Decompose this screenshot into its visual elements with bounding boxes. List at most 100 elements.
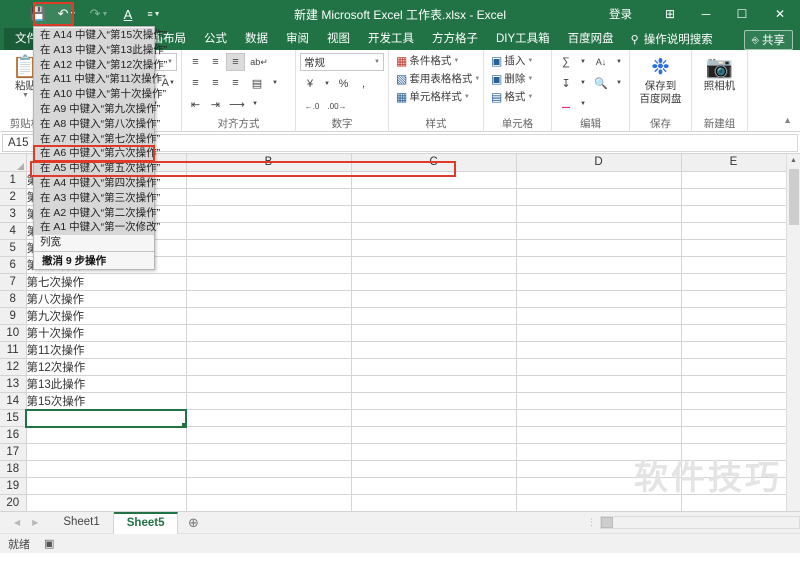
grid-cell[interactable] bbox=[516, 375, 682, 393]
grid-cell[interactable]: 第12次操作 bbox=[26, 358, 187, 376]
increase-indent-button[interactable]: ⇥ bbox=[206, 95, 225, 113]
column-header-d[interactable]: D bbox=[516, 154, 682, 172]
grid-cell[interactable] bbox=[351, 188, 517, 206]
customize-qat-icon[interactable]: ≡ ▼ bbox=[142, 4, 166, 24]
grid-cell[interactable] bbox=[351, 443, 517, 461]
decrease-indent-button[interactable]: ⇤ bbox=[186, 95, 205, 113]
align-middle-button[interactable]: ≡ bbox=[206, 53, 225, 71]
grid-cell[interactable] bbox=[516, 205, 682, 223]
fill-dropdown-icon[interactable]: ▼ bbox=[577, 74, 589, 92]
sheet-tab-sheet5[interactable]: Sheet5 bbox=[113, 511, 179, 534]
grid-cell[interactable] bbox=[186, 460, 352, 478]
accounting-format-button[interactable]: ¥ bbox=[300, 75, 320, 93]
grid-cell[interactable] bbox=[681, 222, 787, 240]
grid-cell[interactable] bbox=[186, 307, 352, 325]
grid-cell[interactable] bbox=[516, 171, 682, 189]
row-header[interactable]: 16 bbox=[0, 426, 27, 444]
grid-cell[interactable] bbox=[351, 205, 517, 223]
grid-cell[interactable] bbox=[681, 460, 787, 478]
grid-cell[interactable] bbox=[516, 341, 682, 359]
undo-menu-item[interactable]: 在 A12 中键入“第12次操作” bbox=[34, 57, 167, 73]
undo-menu-item[interactable]: 在 A11 中键入“第11次操作” bbox=[34, 72, 166, 88]
grid-cell[interactable] bbox=[351, 392, 517, 410]
grid-cell[interactable] bbox=[681, 426, 787, 444]
undo-menu-item[interactable]: 在 A14 中键入“第15次操作” bbox=[34, 28, 167, 43]
orientation-dropdown-icon[interactable]: ▼ bbox=[249, 95, 261, 113]
align-top-button[interactable]: ≡ bbox=[186, 53, 205, 71]
vertical-scrollbar[interactable]: ▲ bbox=[786, 154, 800, 511]
grid-cell-active[interactable] bbox=[25, 408, 187, 428]
row-header[interactable]: 10 bbox=[0, 324, 27, 342]
grid-cell[interactable] bbox=[516, 239, 682, 257]
close-icon[interactable]: ✕ bbox=[760, 0, 800, 28]
save-icon[interactable]: 💾 bbox=[26, 4, 50, 24]
grid-cell[interactable] bbox=[351, 409, 517, 427]
grid-cell[interactable] bbox=[681, 477, 787, 495]
horizontal-scrollbar[interactable] bbox=[600, 516, 800, 529]
grid-cell[interactable] bbox=[516, 460, 682, 478]
format-cells-button[interactable]: ▤ 格式 ▼ bbox=[488, 89, 536, 106]
grid-cell[interactable] bbox=[681, 494, 787, 511]
chevron-down-icon[interactable]: ▼ bbox=[453, 54, 459, 69]
grid-cell[interactable] bbox=[186, 392, 352, 410]
grid-cell[interactable] bbox=[186, 205, 352, 223]
grid-cell[interactable]: 第十次操作 bbox=[26, 324, 187, 342]
undo-menu-item[interactable]: 列宽 bbox=[34, 235, 154, 250]
grid-cell[interactable] bbox=[681, 324, 787, 342]
maximize-icon[interactable]: ☐ bbox=[724, 0, 760, 28]
tab-fangfanggezi[interactable]: 方方格子 bbox=[423, 29, 487, 50]
grid-cell[interactable] bbox=[186, 256, 352, 274]
grid-cell[interactable] bbox=[351, 171, 517, 189]
grid-cell[interactable] bbox=[351, 375, 517, 393]
grid-cell[interactable] bbox=[186, 171, 352, 189]
grid-cell[interactable] bbox=[351, 341, 517, 359]
grid-cell[interactable] bbox=[186, 443, 352, 461]
tell-me-search[interactable]: ⚲ 操作说明搜索 bbox=[623, 28, 721, 50]
save-to-baidu-netdisk-button[interactable]: ❉ 保存到 百度网盘 bbox=[634, 53, 687, 106]
conditional-formatting-button[interactable]: ▦ 条件格式 ▼ bbox=[393, 53, 483, 70]
undo-menu-item[interactable]: 在 A5 中键入“第五次操作” bbox=[34, 161, 160, 176]
grid-cell[interactable] bbox=[351, 494, 517, 511]
collapse-ribbon-icon[interactable]: ▲ bbox=[783, 115, 792, 125]
grid-cell[interactable] bbox=[351, 460, 517, 478]
grid-cell[interactable] bbox=[351, 307, 517, 325]
grid-cell[interactable] bbox=[186, 358, 352, 376]
orientation-button[interactable]: ⟶ bbox=[226, 95, 248, 113]
fill-button[interactable]: ↧ bbox=[556, 74, 576, 92]
undo-menu-item[interactable]: 在 A1 中键入“第一次修改” bbox=[34, 220, 160, 236]
grid-cell[interactable] bbox=[186, 239, 352, 257]
undo-icon[interactable]: ↶ ▼ bbox=[52, 4, 82, 24]
accounting-dropdown-icon[interactable]: ▼ bbox=[321, 75, 333, 93]
number-format-combo[interactable]: 常规 ▼ bbox=[300, 53, 384, 71]
sheet-prev-icon[interactable]: ◀ bbox=[14, 518, 20, 527]
row-header[interactable]: 9 bbox=[0, 307, 27, 325]
grid-cell[interactable] bbox=[186, 409, 352, 427]
grid-cell[interactable] bbox=[186, 188, 352, 206]
grid-cell[interactable] bbox=[186, 341, 352, 359]
grid-cell[interactable] bbox=[351, 222, 517, 240]
grid-cell[interactable] bbox=[186, 375, 352, 393]
grid-cell[interactable] bbox=[681, 443, 787, 461]
column-header-e[interactable]: E bbox=[681, 154, 787, 172]
grid-cell[interactable] bbox=[516, 256, 682, 274]
row-header[interactable]: 8 bbox=[0, 290, 27, 308]
row-header[interactable]: 2 bbox=[0, 188, 27, 206]
sort-filter-dropdown-icon[interactable]: ▼ bbox=[613, 53, 625, 71]
find-select-button[interactable]: 🔍 bbox=[590, 74, 612, 92]
undo-history-dropdown[interactable]: 在 A14 中键入“第15次操作” 在 A13 中键入“第13此操作” 在 A12 … bbox=[30, 26, 456, 270]
grid-cell[interactable] bbox=[516, 273, 682, 291]
clear-button[interactable]: ⚊ bbox=[556, 95, 576, 113]
share-button[interactable]: ⎆ 共享 bbox=[743, 30, 793, 50]
align-center-button[interactable]: ≡ bbox=[206, 74, 225, 92]
clear-dropdown-icon[interactable]: ▼ bbox=[577, 95, 589, 113]
grid-cell[interactable] bbox=[351, 477, 517, 495]
scroll-up-icon[interactable]: ▲ bbox=[787, 154, 800, 168]
align-right-button[interactable]: ≡ bbox=[226, 74, 245, 92]
undo-menu-item[interactable]: 在 A6 中键入“第六次操作” bbox=[30, 145, 456, 178]
row-header[interactable]: 20 bbox=[0, 494, 27, 511]
sign-in-button[interactable]: 登录 bbox=[599, 4, 642, 24]
grid-cell[interactable] bbox=[516, 222, 682, 240]
row-header[interactable]: 3 bbox=[0, 205, 27, 223]
undo-caret-icon[interactable]: ▼ bbox=[69, 11, 76, 18]
chevron-down-icon[interactable]: ▼ bbox=[527, 54, 533, 69]
